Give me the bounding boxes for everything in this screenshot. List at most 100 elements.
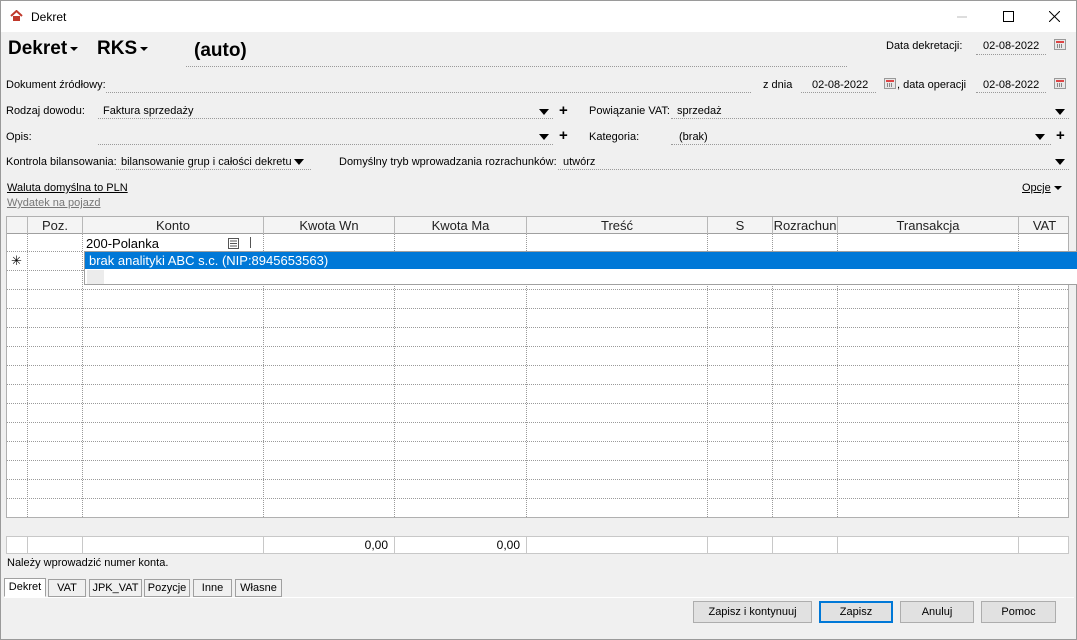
plus-icon[interactable]: + [1056, 128, 1065, 143]
posting-date-field[interactable]: 02-08-2022 [983, 40, 1039, 52]
help-button[interactable]: Pomoc [981, 601, 1056, 623]
new-row-marker: ✳ [11, 253, 22, 268]
calendar-icon[interactable] [1054, 78, 1066, 89]
window-title: Dekret [31, 10, 67, 24]
tab-dekret[interactable]: Dekret [4, 578, 46, 597]
row-line [7, 289, 1068, 290]
total-wn: 0,00 [364, 538, 388, 552]
row-indicator-header [7, 217, 28, 234]
col-divider [82, 234, 83, 517]
row-line [7, 441, 1068, 442]
col-divider [1018, 537, 1019, 554]
suggestion-item[interactable]: brak analityki ABC s.c. (NIP:8945653563) [85, 252, 1077, 269]
col-divider [707, 537, 708, 554]
account-input[interactable]: 200-Polanka [86, 236, 159, 251]
row-line [7, 479, 1068, 480]
vat-link-label: Powiązanie VAT: [589, 105, 670, 117]
currency-link[interactable]: Waluta domyślna to PLN [7, 182, 128, 194]
description-label: Opis: [6, 131, 32, 143]
tab-pozycje[interactable]: Pozycje [144, 579, 190, 597]
column-header-vat[interactable]: VAT [1019, 217, 1068, 234]
journal-label: RKS [97, 38, 138, 59]
row-line [7, 346, 1068, 347]
op-date-field[interactable]: 02-08-2022 [983, 79, 1039, 91]
tab-inne[interactable]: Inne [193, 579, 232, 597]
column-header-transakcja[interactable]: Transakcja [838, 217, 1019, 234]
vehicle-expense-link[interactable]: Wydatek na pojazd [7, 197, 100, 209]
account-suggestions[interactable]: brak analityki ABC s.c. (NIP:8945653563) [84, 251, 1077, 285]
column-header-kwota-ma[interactable]: Kwota Ma [395, 217, 527, 234]
row-line [7, 308, 1068, 309]
row-line [7, 327, 1068, 328]
account-edit-cell[interactable]: 200-Polanka [83, 235, 263, 252]
plus-icon[interactable]: + [559, 128, 568, 143]
options-label: Opcje [1022, 182, 1051, 194]
proof-type-label: Rodzaj dowodu: [6, 105, 85, 117]
cancel-button[interactable]: Anuluj [900, 601, 974, 623]
source-doc-field[interactable] [106, 92, 751, 93]
dropdown-arrow-icon [70, 46, 79, 51]
column-header-s[interactable]: S [708, 217, 773, 234]
balance-control-select[interactable]: bilansowanie grup i całości dekretu [121, 156, 292, 168]
row-line [7, 498, 1068, 499]
dropdown-arrow-icon[interactable] [1055, 109, 1065, 115]
col-divider [82, 537, 83, 554]
column-header-rozrachun[interactable]: Rozrachun [773, 217, 838, 234]
maximize-button[interactable] [985, 1, 1031, 32]
dropdown-arrow-icon[interactable] [539, 109, 549, 115]
lookup-icon[interactable] [228, 238, 239, 249]
settlement-mode-select[interactable]: utwórz [563, 156, 595, 168]
balance-control-underline [116, 169, 311, 170]
minimize-button[interactable] [939, 1, 985, 32]
options-menu[interactable]: Opcje [1022, 182, 1062, 194]
row-line [7, 403, 1068, 404]
col-divider [27, 234, 28, 517]
close-button[interactable] [1031, 1, 1077, 32]
settlement-mode-label: Domyślny tryb wprowadzania rozrachunków: [339, 156, 557, 168]
column-header-kwota-wn[interactable]: Kwota Wn [264, 217, 395, 234]
suggestion-empty-row [87, 270, 104, 284]
row-line [7, 422, 1068, 423]
journal-menu[interactable]: RKS [97, 38, 149, 60]
minimize-icon [957, 16, 967, 17]
doc-date-field[interactable]: 02-08-2022 [812, 79, 868, 91]
dropdown-arrow-icon[interactable] [1035, 134, 1045, 140]
tab-jpk-vat[interactable]: JPK_VAT [89, 579, 142, 597]
posting-date-underline [976, 54, 1046, 55]
dropdown-arrow-icon[interactable] [294, 159, 304, 165]
document-type-menu[interactable]: Dekret [8, 38, 79, 60]
posting-date-label: Data dekretacji: [886, 40, 963, 52]
close-icon [1048, 11, 1060, 22]
totals-row: 0,00 0,00 [6, 536, 1069, 554]
tab-vat[interactable]: VAT [48, 579, 86, 597]
calendar-icon[interactable] [884, 78, 896, 89]
dropdown-arrow-icon[interactable] [1055, 159, 1065, 165]
vat-link-select[interactable]: sprzedaż [677, 105, 722, 117]
row-line [7, 460, 1068, 461]
tab-baseline [4, 597, 1074, 598]
op-date-label: , data operacji [897, 79, 967, 91]
save-continue-button[interactable]: Zapisz i kontynuuj [693, 601, 812, 623]
col-divider [526, 537, 527, 554]
calendar-icon[interactable] [1054, 39, 1066, 50]
op-date-underline [976, 92, 1046, 93]
category-select[interactable]: (brak) [679, 131, 708, 143]
save-button[interactable]: Zapisz [819, 601, 893, 623]
maximize-icon [1002, 11, 1014, 22]
description-field[interactable] [98, 144, 553, 145]
dropdown-arrow-icon[interactable] [539, 134, 549, 140]
source-doc-label: Dokument źródłowy: [6, 79, 106, 91]
row-line [7, 384, 1068, 385]
proof-type-select[interactable]: Faktura sprzedaży [103, 105, 193, 117]
column-header-konto[interactable]: Konto [83, 217, 264, 234]
text-cursor [250, 237, 251, 248]
category-underline [671, 144, 1051, 145]
category-label: Kategoria: [589, 131, 640, 143]
tab-wlasne[interactable]: Własne [235, 579, 282, 597]
app-icon [10, 10, 23, 21]
column-header-poz[interactable]: Poz. [28, 217, 83, 234]
column-header-tresc[interactable]: Treść [527, 217, 708, 234]
plus-icon[interactable]: + [559, 103, 568, 118]
document-number: (auto) [194, 40, 247, 61]
dekret-window: Dekret Dekret RKS (auto) Data dekretacji… [0, 0, 1077, 640]
